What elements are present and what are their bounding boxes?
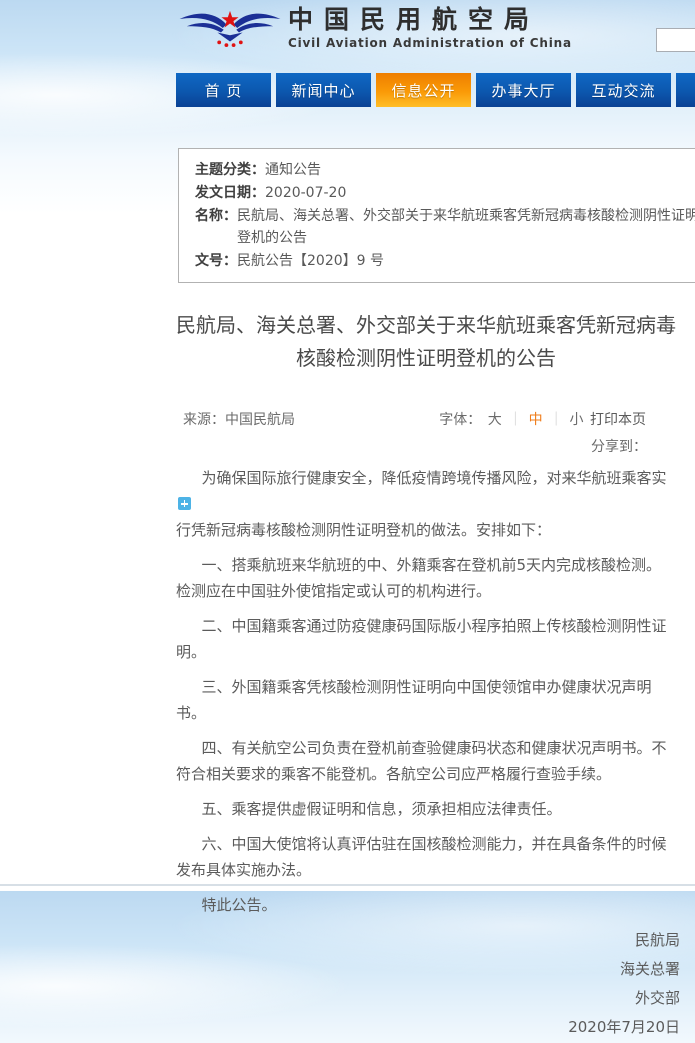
paragraph-item-5: 五、乘客提供虚假证明和信息，须承担相应法律责任。 — [176, 796, 672, 822]
share-row: 分享到： — [176, 436, 695, 456]
nav-item-home[interactable]: 首 页 — [176, 73, 271, 107]
meta-value: 民航公告【2020】9 号 — [237, 250, 384, 272]
signature-foreign-ministry: 外交部 — [176, 985, 680, 1012]
article-source: 来源：中国民航局 — [183, 409, 295, 429]
paragraph-closing: 特此公告。 — [176, 892, 672, 918]
meta-label: 发文日期： — [195, 182, 265, 204]
search-input[interactable] — [657, 29, 695, 51]
paragraph-intro-line2: 行凭新冠病毒核酸检测阴性证明登机的做法。安排如下： — [176, 521, 551, 539]
paragraph-item-1: 一、搭乘航班来华航班的中、外籍乘客在登机前5天内完成核酸检测。检测应在中国驻外使… — [176, 552, 672, 604]
meta-row-document-number: 文号： 民航公告【2020】9 号 — [195, 250, 695, 272]
font-size-medium[interactable]: 中 — [529, 412, 543, 428]
site-title-english: Civil Aviation Administration of China — [288, 36, 572, 50]
caac-wings-logo — [176, 7, 284, 49]
meta-row-document-name: 名称： 民航局、海关总署、外交部关于来华航班乘客凭新冠病毒核酸检测阴性证明登机的… — [195, 205, 695, 249]
font-size-label: 字体： — [439, 412, 481, 428]
article-title-line1: 民航局、海关总署、外交部关于来华航班乘客凭新冠病毒 — [176, 313, 676, 337]
signature-customs: 海关总署 — [176, 956, 680, 983]
meta-label: 文号： — [195, 250, 237, 272]
meta-label: 主题分类： — [195, 159, 265, 181]
site-banner: 中国民用航空局 Civil Aviation Administration of… — [176, 5, 572, 60]
share-more-icon[interactable] — [178, 497, 191, 510]
nav-item-service-hall[interactable]: 办事大厅 — [476, 73, 571, 107]
meta-row-issue-date: 发文日期： 2020-07-20 — [195, 182, 695, 204]
share-to-label: 分享到： — [591, 439, 647, 455]
font-size-large[interactable]: 大 — [488, 412, 502, 428]
article-title: 民航局、海关总署、外交部关于来华航班乘客凭新冠病毒 核酸检测阴性证明登机的公告 — [176, 309, 676, 375]
source-toolbar: 来源：中国民航局 字体： 大 ｜ 中 ｜ 小 打印本页 — [176, 409, 695, 429]
font-size-separator: ｜ — [508, 412, 522, 428]
nav-item-clipped[interactable] — [676, 73, 695, 107]
paragraph-item-6: 六、中国大使馆将认真评估驻在国核酸检测能力，并在具备条件的时候发布具体实施办法。 — [176, 831, 672, 883]
paragraph-intro: 为确保国际旅行健康安全，降低疫情跨境传播风险，对来华航班乘客实 行凭新冠病毒核酸… — [176, 465, 672, 543]
document-meta-box: 主题分类： 通知公告 发文日期： 2020-07-20 名称： 民航局、海关总署… — [178, 148, 695, 283]
signature-block: 民航局 海关总署 外交部 2020年7月20日 — [176, 927, 695, 1041]
search-box[interactable] — [656, 28, 695, 52]
meta-value: 民航局、海关总署、外交部关于来华航班乘客凭新冠病毒核酸检测阴性证明登机的公告 — [237, 205, 695, 249]
meta-value: 2020-07-20 — [265, 182, 346, 204]
article-body: 为确保国际旅行健康安全，降低疫情跨境传播风险，对来华航班乘客实 行凭新冠病毒核酸… — [176, 465, 672, 918]
signature-caac: 民航局 — [176, 927, 680, 954]
meta-value: 通知公告 — [265, 159, 321, 181]
nav-item-interaction[interactable]: 互动交流 — [576, 73, 671, 107]
paragraph-item-2: 二、中国籍乘客通过防疫健康码国际版小程序拍照上传核酸检测阴性证明。 — [176, 613, 672, 665]
content-column: 主题分类： 通知公告 发文日期： 2020-07-20 名称： 民航局、海关总署… — [176, 107, 695, 1043]
font-size-small[interactable]: 小 — [570, 412, 584, 428]
paragraph-item-4: 四、有关航空公司负责在登机前查验健康码状态和健康状况声明书。不符合相关要求的乘客… — [176, 735, 672, 787]
font-size-control: 字体： 大 ｜ 中 ｜ 小 打印本页 — [438, 409, 647, 429]
meta-row-category: 主题分类： 通知公告 — [195, 159, 695, 181]
article-title-line2: 核酸检测阴性证明登机的公告 — [296, 346, 556, 370]
font-size-separator: ｜ — [549, 412, 563, 428]
paragraph-item-3: 三、外国籍乘客凭核酸检测阴性证明向中国使领馆申办健康状况声明书。 — [176, 674, 672, 726]
main-nav: 首 页 新闻中心 信息公开 办事大厅 互动交流 — [176, 73, 695, 107]
site-title-chinese: 中国民用航空局 — [288, 5, 572, 35]
nav-item-info-disclosure[interactable]: 信息公开 — [376, 73, 471, 107]
nav-item-news[interactable]: 新闻中心 — [276, 73, 371, 107]
meta-label: 名称： — [195, 205, 237, 249]
paragraph-intro-line1: 为确保国际旅行健康安全，降低疫情跨境传播风险，对来华航班乘客实 — [202, 469, 667, 487]
print-page-button[interactable]: 打印本页 — [590, 412, 646, 428]
signature-date: 2020年7月20日 — [176, 1014, 680, 1041]
footer-divider — [0, 884, 695, 886]
